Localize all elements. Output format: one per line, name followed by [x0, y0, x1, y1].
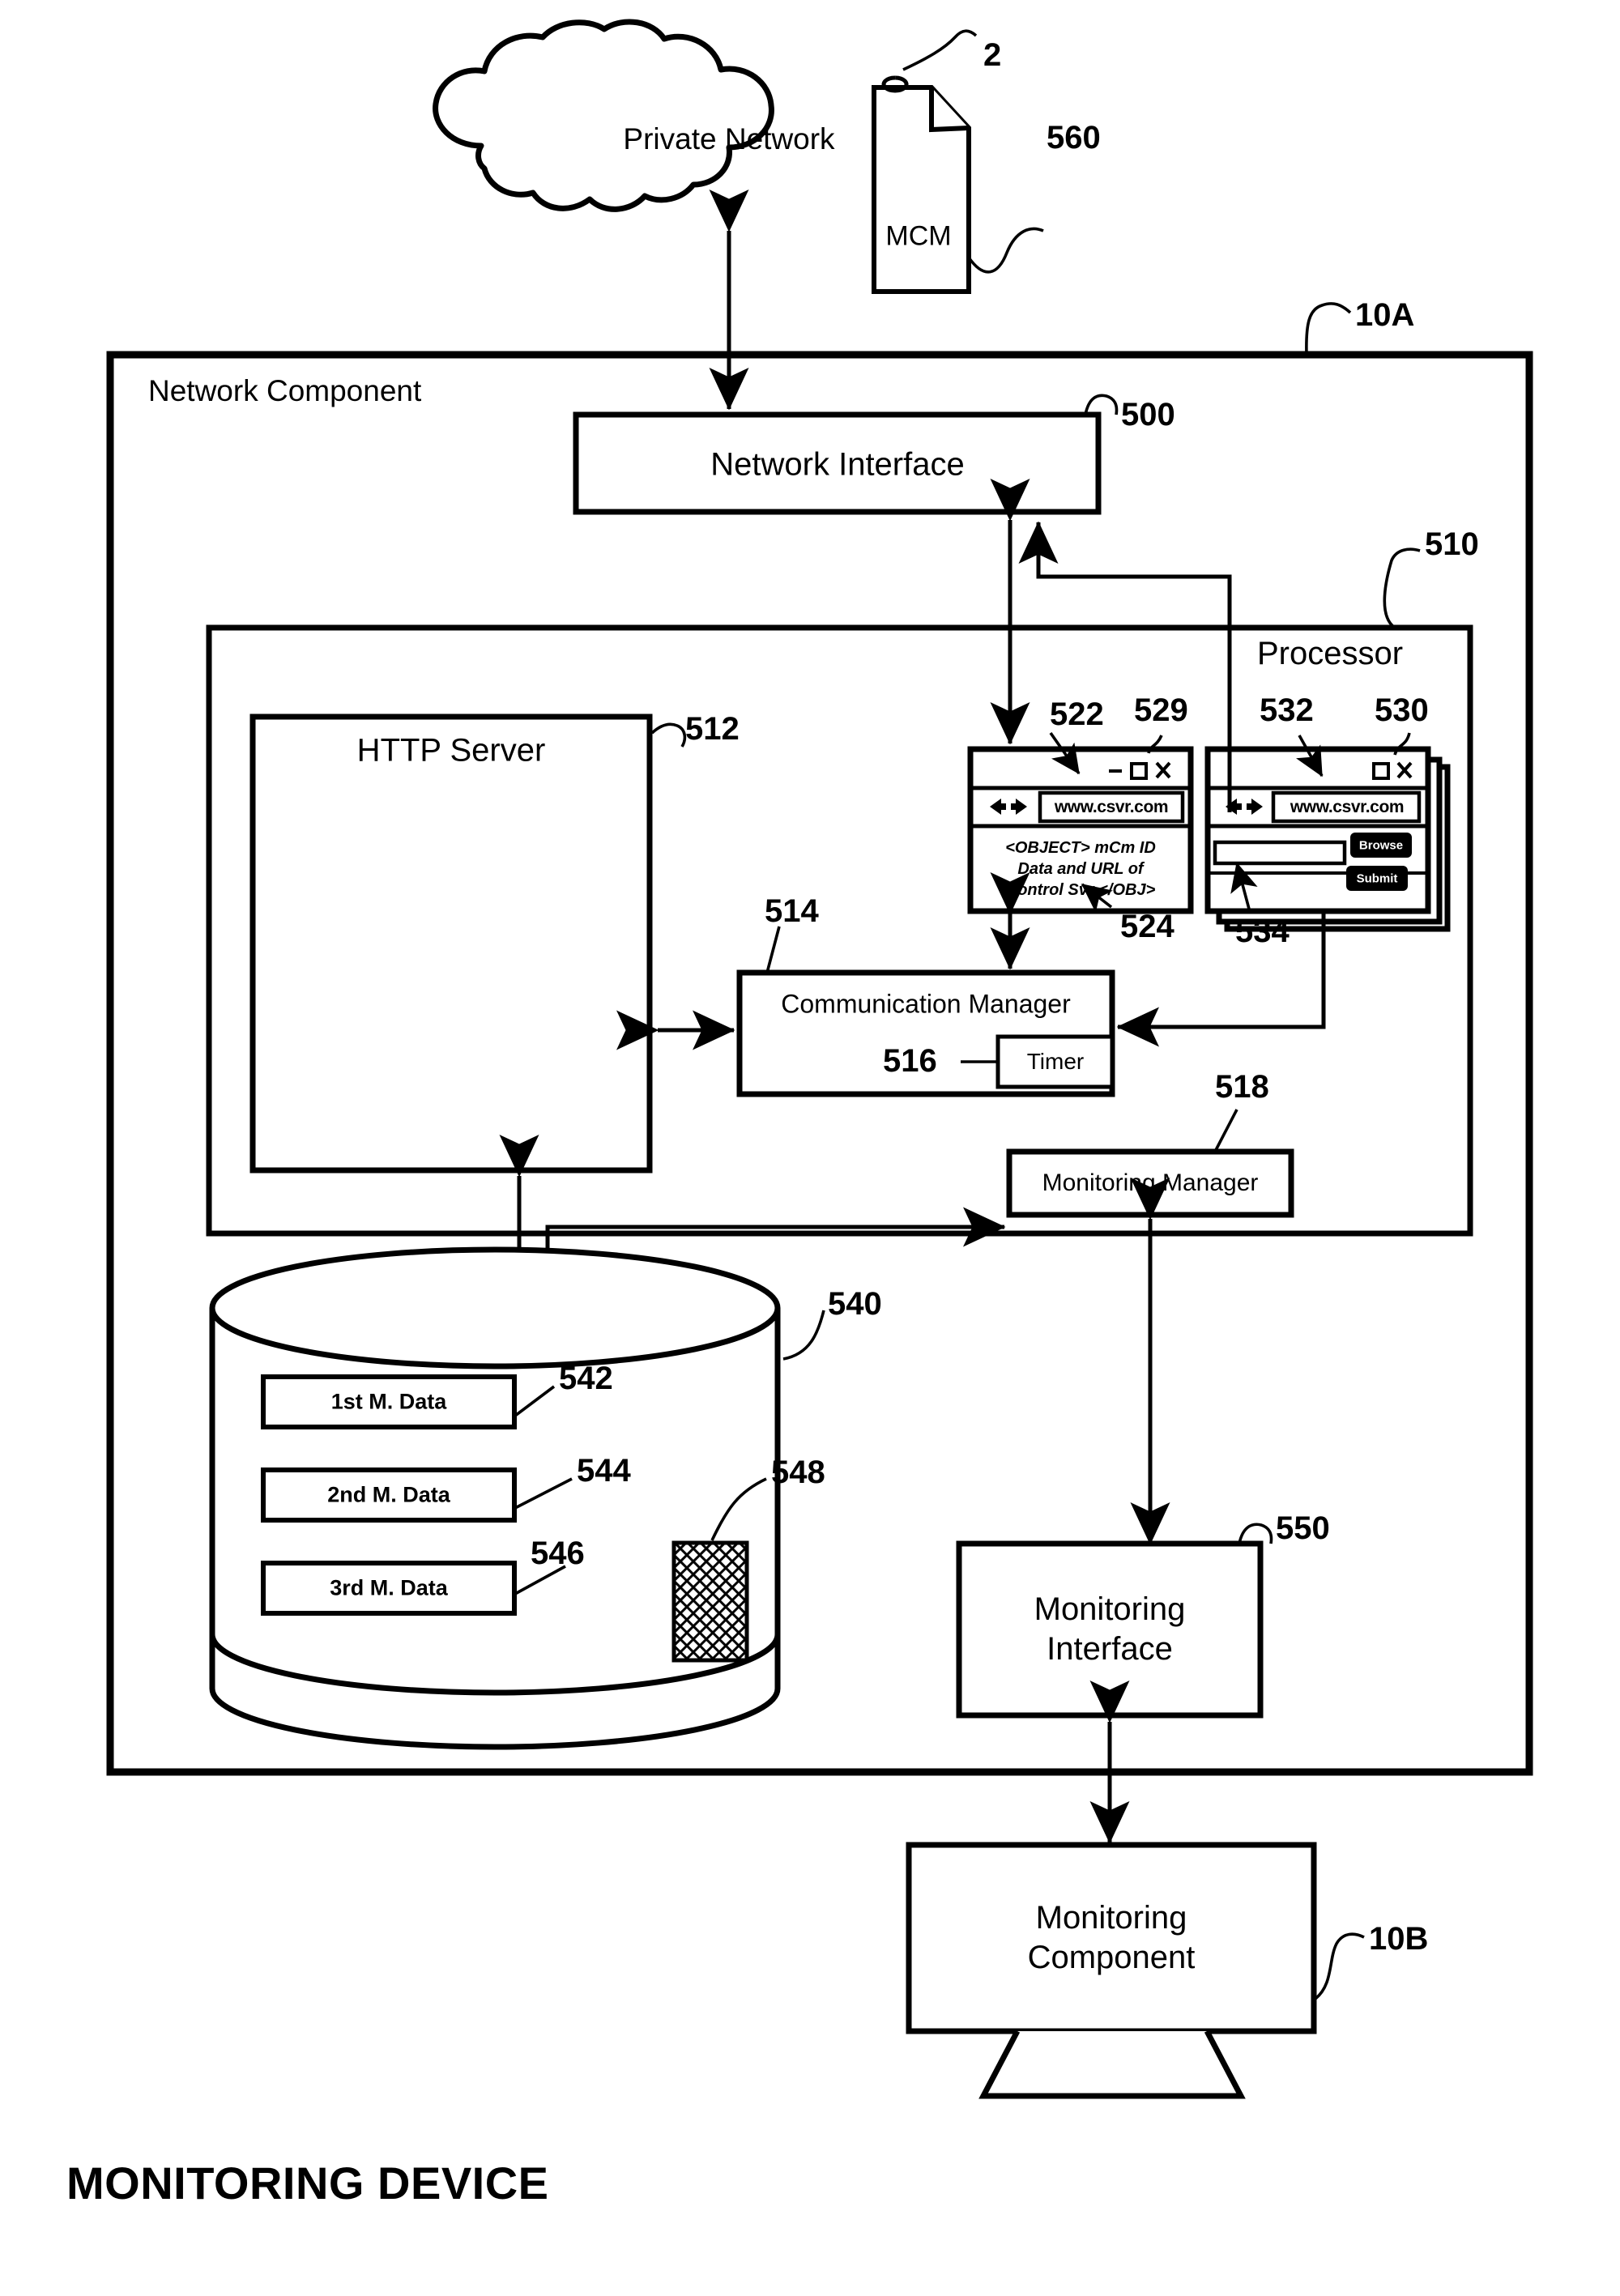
object-line-1: <OBJECT> mCm ID: [1005, 839, 1156, 857]
figure-caption: MONITORING DEVICE: [66, 2158, 549, 2209]
browser-530-submit-button[interactable]: Submit: [1357, 872, 1398, 886]
http-server-label: HTTP Server: [356, 732, 546, 769]
ref-544: 544: [577, 1453, 631, 1489]
db-record-3-label: 3rd M. Data: [330, 1575, 448, 1600]
browser-window-530-shape: [1204, 746, 1451, 932]
mcm-label: MCM: [885, 220, 952, 252]
ref-546: 546: [531, 1536, 585, 1571]
ref-529: 529: [1134, 692, 1188, 728]
mcm-document-shape: [872, 85, 971, 294]
monitoring-interface-line1: Monitoring: [1034, 1591, 1186, 1628]
ref-540: 540: [828, 1286, 882, 1322]
ref-500: 500: [1121, 397, 1175, 432]
ref-10A: 10A: [1355, 297, 1415, 333]
monitoring-component-line1: Monitoring: [1035, 1900, 1187, 1936]
browser-530-browse-button[interactable]: Browse: [1359, 839, 1403, 853]
ref-532: 532: [1260, 692, 1314, 728]
monitoring-component-label: Monitoring Component: [1028, 1898, 1196, 1978]
monitoring-component-line2: Component: [1027, 1940, 1196, 1975]
browser-529-content: <OBJECT> mCm ID Data and URL of Control …: [975, 837, 1186, 901]
object-line-3: Control Svr </OBJ>: [1005, 881, 1156, 899]
monitoring-interface-label: Monitoring Interface: [1034, 1590, 1186, 1669]
network-interface-label: Network Interface: [710, 446, 965, 483]
ref-2: 2: [983, 37, 1002, 73]
monitoring-interface-line2: Interface: [1047, 1631, 1173, 1667]
browser-530-url[interactable]: www.csvr.com: [1290, 798, 1405, 817]
ref-512: 512: [685, 711, 740, 747]
ref-542: 542: [559, 1361, 613, 1396]
private-network-label: Private Network: [623, 122, 835, 155]
private-network-cloud: [433, 19, 774, 212]
ref-10B: 10B: [1369, 1921, 1429, 1957]
ref-534: 534: [1235, 914, 1290, 949]
communication-manager-label: Communication Manager: [781, 989, 1071, 1019]
ref-550: 550: [1276, 1510, 1330, 1546]
figure-canvas: Private Network 2 MCM 560 Network Compon…: [0, 0, 1620, 2296]
ref-514: 514: [765, 893, 819, 929]
network-component-title: Network Component: [148, 374, 422, 407]
object-line-2: Data and URL of: [1017, 860, 1144, 878]
ref-560: 560: [1047, 120, 1101, 155]
db-record-2-label: 2nd M. Data: [327, 1482, 450, 1507]
ref-548: 548: [771, 1455, 825, 1490]
processor-label: Processor: [1257, 636, 1404, 671]
monitoring-manager-label: Monitoring Manager: [1042, 1169, 1259, 1196]
ref-510: 510: [1425, 526, 1479, 562]
ref-524: 524: [1120, 909, 1174, 944]
ref-530: 530: [1375, 692, 1429, 728]
ref-516: 516: [883, 1043, 937, 1079]
browser-529-url[interactable]: www.csvr.com: [1055, 798, 1169, 817]
ref-518: 518: [1215, 1069, 1269, 1105]
db-record-1-label: 1st M. Data: [330, 1389, 447, 1414]
timer-label: Timer: [1026, 1049, 1085, 1074]
ref-522: 522: [1050, 696, 1104, 732]
